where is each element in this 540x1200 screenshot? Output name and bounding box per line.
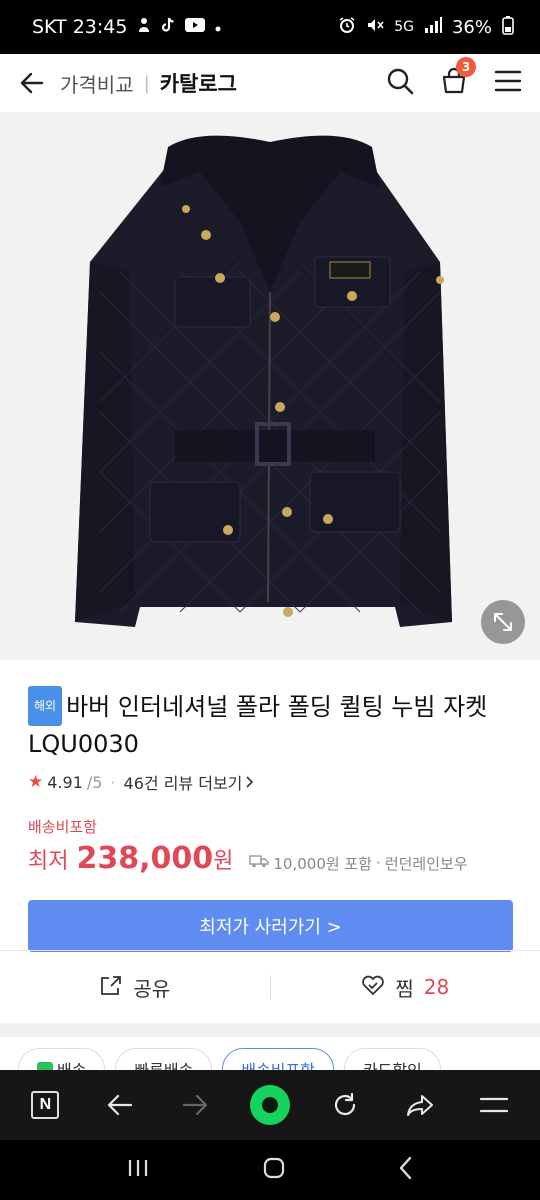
chevron-right-icon (246, 773, 254, 792)
alarm-icon (338, 16, 356, 39)
price-unit: 원 (213, 849, 234, 874)
menu-icon[interactable] (494, 69, 522, 97)
hamburger-icon (480, 1097, 509, 1113)
price-row: 최저 238,000원 10,000원 포함 · 런던레인보우 (28, 841, 512, 876)
zzim-count: 28 (423, 975, 450, 999)
jacket-image (0, 112, 540, 660)
green-dot-icon (249, 1085, 290, 1125)
naver-home-button[interactable]: N (23, 1083, 67, 1127)
refresh-icon (334, 1092, 355, 1116)
share-button[interactable]: 공유 (0, 973, 270, 1002)
green-dot-button[interactable] (248, 1083, 292, 1127)
cart-count-badge: 3 (456, 57, 476, 77)
price-value: 238,000 (76, 841, 214, 876)
product-title: 바버 인터네셔널 폴라 폴딩 퀼팅 누빔 자켓 LQU0030 (28, 693, 488, 758)
carrier-time: SKT 23:45 (32, 16, 128, 38)
zzim-label: 찜 (395, 976, 414, 1001)
system-nav-bar (0, 1140, 540, 1200)
seller-name: 런던레인보우 (384, 854, 468, 873)
product-title-block: 해외 바버 인터네셔널 폴라 폴딩 퀼팅 누빔 자켓 LQU0030 (28, 686, 512, 762)
zzim-button[interactable]: 찜 28 (271, 973, 540, 1002)
heart-check-icon (361, 974, 385, 1001)
section-gap (0, 1023, 540, 1037)
expand-icon[interactable] (481, 600, 525, 644)
system-back-button[interactable] (398, 1156, 414, 1184)
app-header: 가격비교 | 카탈로그 3 (0, 54, 540, 112)
refresh-button[interactable] (323, 1083, 367, 1127)
5g-icon: 5G (394, 19, 414, 35)
separator-dot: · (110, 772, 116, 792)
person-icon (137, 17, 151, 37)
review-link[interactable]: 46건 리뷰 더보기 (124, 770, 243, 794)
buy-lowest-button[interactable]: 최저가 사러가기 > (28, 900, 513, 952)
breadcrumb-price-compare[interactable]: 가격비교 (60, 69, 134, 98)
dot-icon (215, 18, 221, 36)
share-label: 공유 (133, 976, 171, 1001)
truck-icon (249, 854, 270, 872)
rating-value: 4.91 (47, 772, 83, 792)
share-page-button[interactable] (398, 1083, 442, 1127)
star-icon: ★ (28, 772, 44, 792)
browser-toolbar: N (0, 1070, 540, 1140)
back-arrow-icon[interactable] (18, 69, 46, 97)
browser-back-button[interactable] (98, 1083, 142, 1127)
browser-menu-button[interactable] (472, 1083, 516, 1127)
action-row: 공유 찜 28 (0, 951, 540, 1023)
shipping-fee: 10,000원 포함 (273, 854, 373, 873)
home-button[interactable] (262, 1156, 286, 1184)
chevron-left-icon (399, 1156, 412, 1180)
rating-max: /5 (86, 772, 103, 792)
recents-button[interactable] (126, 1158, 150, 1182)
page-title: 카탈로그 (159, 72, 237, 96)
tiktok-icon (161, 17, 175, 37)
shipping-included-label: 배송비포함 (28, 818, 98, 836)
browser-forward-button[interactable] (173, 1083, 217, 1127)
youtube-icon (185, 18, 206, 36)
product-image[interactable] (0, 112, 540, 660)
product-info: 해외 바버 인터네셔널 폴라 폴딩 퀼팅 누빔 자켓 LQU0030 ★ 4.91… (0, 660, 540, 952)
arrow-right-icon (183, 1094, 208, 1116)
mute-icon (366, 16, 384, 39)
lowest-label: 최저 (28, 849, 69, 874)
naver-icon: N (31, 1091, 60, 1119)
search-icon[interactable] (386, 67, 414, 99)
separator-dot: · (376, 854, 381, 872)
arrow-left-icon (108, 1094, 133, 1116)
recents-icon (128, 1160, 148, 1176)
home-icon (263, 1157, 285, 1179)
status-bar: SKT 23:45 5G 36% (0, 0, 540, 54)
shipping-info: 10,000원 포함 · 런던레인보우 (249, 853, 468, 874)
signal-icon (424, 16, 442, 38)
cart-button[interactable]: 3 (440, 57, 476, 99)
rating-row: ★ 4.91/5 · 46건 리뷰 더보기 (28, 770, 512, 794)
battery-icon (502, 15, 514, 40)
battery-percent: 36% (451, 16, 492, 38)
overseas-badge: 해외 (28, 686, 63, 726)
share-icon (99, 974, 123, 1001)
forward-share-icon (406, 1095, 433, 1116)
breadcrumb-separator: | (143, 72, 150, 94)
